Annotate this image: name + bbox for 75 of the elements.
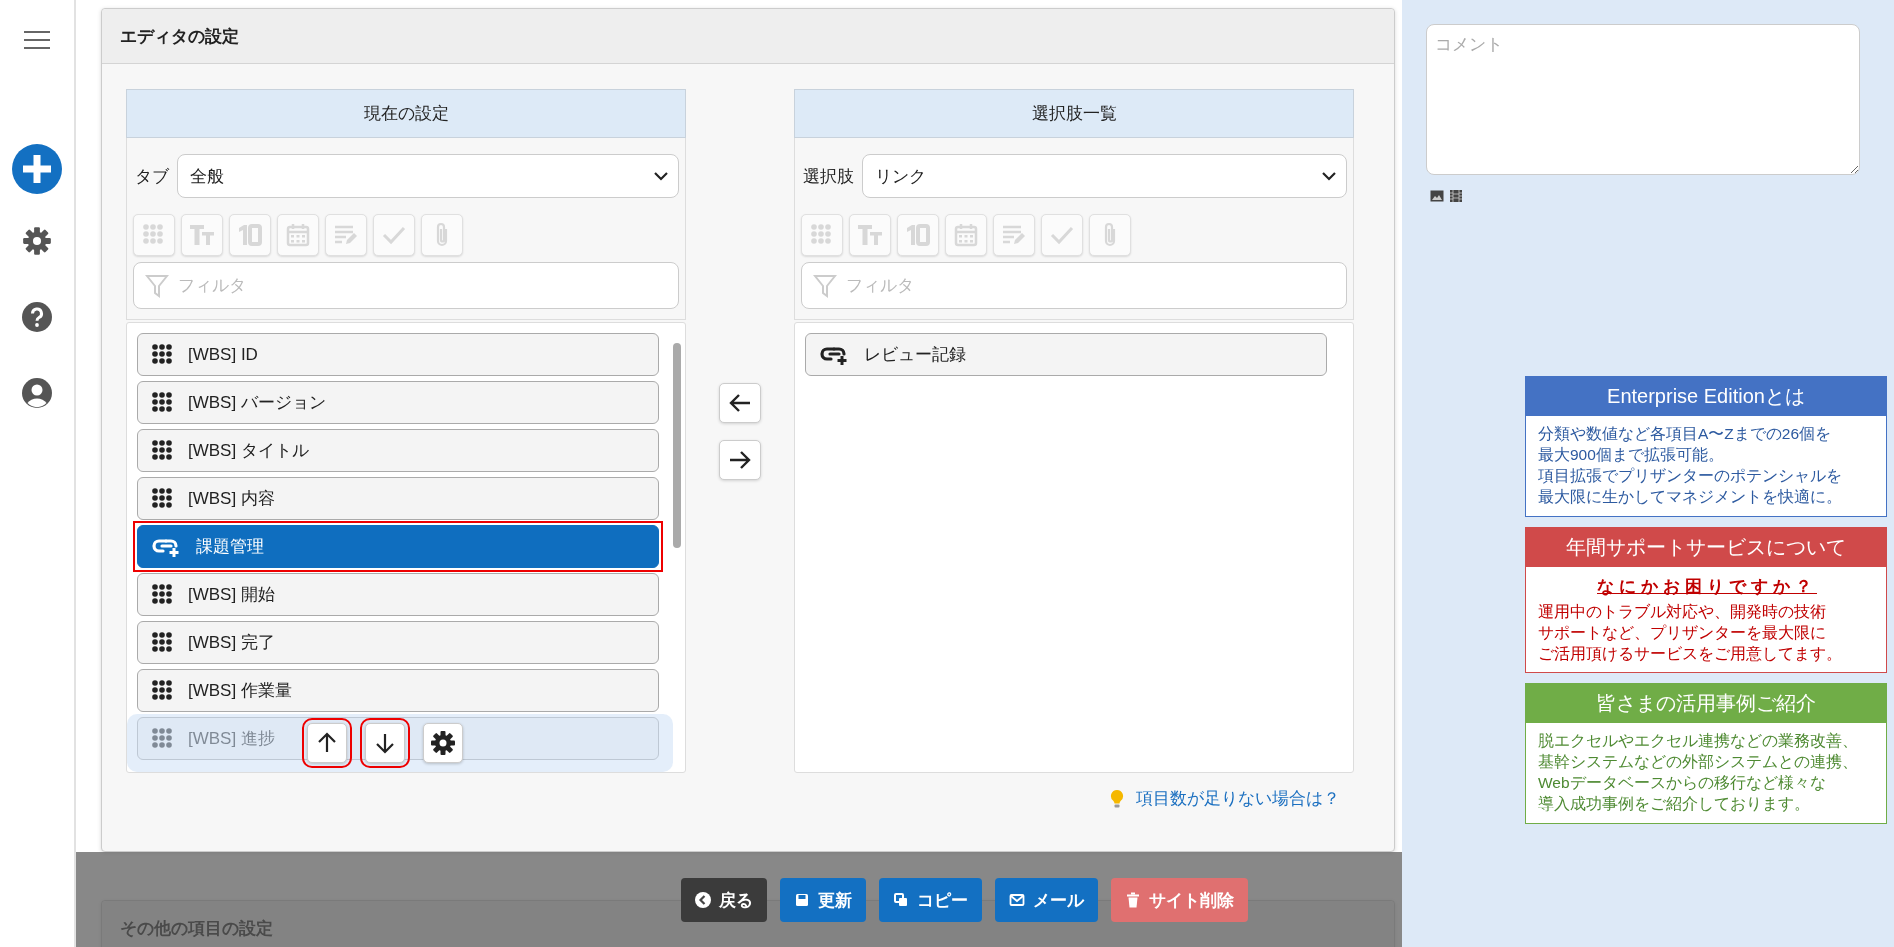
number-icon <box>906 224 930 246</box>
filter-icon <box>145 274 169 298</box>
comment-field[interactable]: コメント <box>1426 24 1860 175</box>
promo-text: 脱エクセルやエクセル連携などの業務改善、 基幹システムなどの外部システムとの連携、 Webデータベースからの移行など様々な 導入成功事例をご紹介しております。 <box>1538 731 1859 815</box>
back-button[interactable]: 戻る <box>681 878 767 922</box>
help-icon[interactable] <box>22 302 52 332</box>
list-item[interactable]: [WBS] バージョン <box>137 381 659 424</box>
grip-icon <box>811 224 833 246</box>
copy-button[interactable]: コピー <box>879 878 982 922</box>
check-icon <box>382 224 406 246</box>
list-item[interactable]: [WBS] タイトル <box>137 429 659 472</box>
film-icon[interactable] <box>1450 190 1462 202</box>
menu-icon[interactable] <box>23 30 51 50</box>
grip-icon <box>143 224 165 246</box>
filter-icon <box>813 274 837 298</box>
select-label: 選択肢 <box>802 165 854 188</box>
grip-icon <box>152 439 174 462</box>
grip-icon <box>152 343 174 366</box>
calendar-icon <box>954 223 978 247</box>
list-item[interactable]: [WBS] 完了 <box>137 621 659 664</box>
move-right-button[interactable] <box>719 440 761 480</box>
notes-pencil-icon <box>1002 224 1026 246</box>
grip-icon <box>152 391 174 414</box>
promo-subtitle: なにかお困りですか？ <box>1596 575 1818 598</box>
copy-icon <box>893 892 909 908</box>
grip-icon <box>152 679 174 702</box>
plus-circle-icon[interactable] <box>12 144 62 194</box>
check-icon <box>1050 224 1074 246</box>
arrow-left-icon <box>728 392 752 414</box>
help-link[interactable]: 項目数が足りない場合は？ <box>1136 787 1340 810</box>
promo-text: 分類や数値など各項目A〜Zまでの26個を 最大900個まで拡張可能。 項目拡張でプリザンターのポテンシャルを 最大限に生かしてマネジメントを快適に。 <box>1538 424 1843 507</box>
list-item[interactable]: レビュー記録 <box>805 333 1327 376</box>
calendar-icon <box>286 223 310 247</box>
grip-icon <box>152 487 174 510</box>
scrollbar[interactable] <box>673 343 681 548</box>
filter-field[interactable]: フィルタ <box>801 262 1347 309</box>
move-left-button[interactable] <box>719 383 761 423</box>
update-button[interactable]: 更新 <box>780 878 866 922</box>
text-size-icon <box>189 224 215 246</box>
list-item[interactable]: [WBS] 内容 <box>137 477 659 520</box>
chevron-down-icon <box>654 171 668 181</box>
list-item[interactable]: [WBS] 作業量 <box>137 669 659 712</box>
arrow-left-circle-icon <box>695 892 711 908</box>
panel-header: 現在の設定 <box>126 89 686 138</box>
number-icon <box>238 224 262 246</box>
arrow-right-icon <box>728 449 752 471</box>
promo-title: Enterprise Editionとは <box>1526 377 1886 416</box>
select-field[interactable]: リンク <box>862 154 1347 198</box>
save-icon <box>794 892 810 908</box>
trash-icon <box>1125 892 1141 908</box>
promo-box[interactable]: 皆さまの活用事例ご紹介 脱エクセルやエクセル連携などの業務改善、 基幹システムなどの外部システムとの連携、 Webデータベースからの移行など様々な 導入成功事例をご紹介しております。 <box>1525 683 1887 825</box>
text-size-icon <box>857 224 883 246</box>
notes-pencil-icon <box>334 224 358 246</box>
grip-icon <box>152 583 174 606</box>
user-icon[interactable] <box>22 378 52 408</box>
grip-icon <box>152 631 174 654</box>
filter-field[interactable]: フィルタ <box>133 262 679 309</box>
chevron-down-icon <box>1322 171 1336 181</box>
image-icon[interactable] <box>1430 190 1444 202</box>
select-label: タブ <box>134 165 169 188</box>
promo-text: 運用中のトラブル対応や、開発時の技術 サポートなど、プリザンターを最大限に ご活用頂けるサービスをご用意してます。 <box>1538 601 1843 664</box>
list-item[interactable]: 課題管理 <box>137 525 659 568</box>
list-item[interactable]: [WBS] 開始 <box>137 573 659 616</box>
list-item[interactable]: [WBS] ID <box>137 333 659 376</box>
card-title: エディタの設定 <box>102 9 1394 64</box>
select-field[interactable]: 全般 <box>177 154 679 198</box>
mail-button[interactable]: メール <box>995 878 1098 922</box>
promo-box[interactable]: 年間サポートサービスについて なにかお困りですか？ 運用中のトラブル対応や、開発時の技術 サポートなど、プリザンターを最大限に ご活用頂けるサービスをご用意してます。 <box>1525 526 1887 674</box>
promo-title: 皆さまの活用事例ご紹介 <box>1526 684 1886 724</box>
lightbulb-icon <box>1110 788 1124 809</box>
panel-header: 選択肢一覧 <box>794 89 1354 138</box>
settings-icon[interactable] <box>22 226 52 256</box>
promo-title: 年間サポートサービスについて <box>1526 527 1886 567</box>
promo-box[interactable]: Enterprise Editionとは 分類や数値など各項目A〜Zまでの26個を 最大900個まで拡張可能。 項目拡張でプリザンターのポテンシャルを 最大限に生かしてマネジメントを快適に。 <box>1525 376 1887 517</box>
envelope-icon <box>1009 892 1025 908</box>
